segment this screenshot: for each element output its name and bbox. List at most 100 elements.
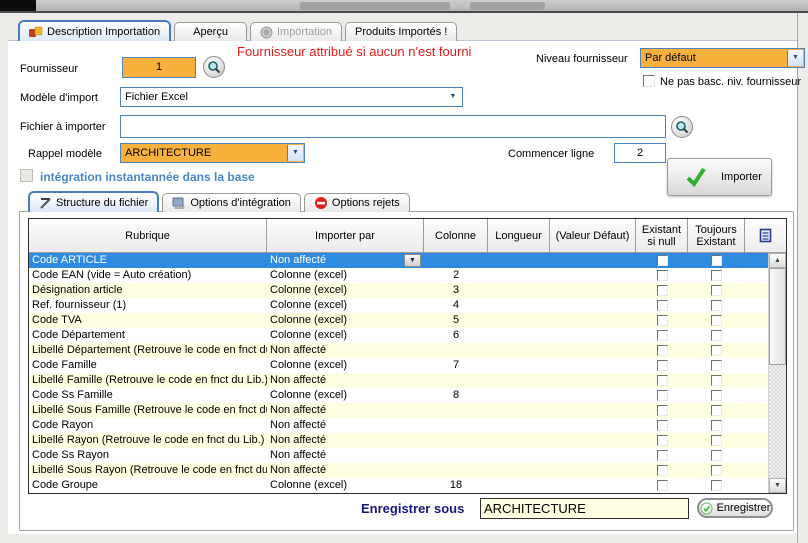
existant-si-null-checkbox[interactable] [657, 435, 668, 446]
existant-si-null-checkbox[interactable] [657, 300, 668, 311]
scroll-down-button[interactable]: ▼ [769, 478, 786, 493]
table-row[interactable]: Code GroupeColonne (excel)18 [29, 478, 769, 493]
importer-par-cell[interactable]: Non affecté [267, 343, 424, 358]
existant-si-null-checkbox[interactable] [657, 345, 668, 356]
existant-si-null-checkbox[interactable] [657, 480, 668, 491]
importer-par-dropdown[interactable]: ▼ [404, 254, 421, 267]
importer-par-cell[interactable]: Non affecté [267, 403, 424, 418]
importer-par-cell[interactable]: Non affecté [267, 373, 424, 388]
toujours-existant-checkbox[interactable] [711, 300, 722, 311]
importer-par-cell[interactable]: Colonne (excel) [267, 478, 424, 493]
integration-checkbox[interactable] [20, 169, 33, 182]
table-row[interactable]: Code Ss FamilleColonne (excel)8 [29, 388, 769, 403]
scrollbar-track[interactable] [769, 365, 786, 478]
importer-par-cell[interactable]: Non affecté▼ [267, 253, 424, 268]
table-row[interactable]: Code RayonNon affecté [29, 418, 769, 433]
table-row[interactable]: Code DépartementColonne (excel)6 [29, 328, 769, 343]
importer-par-cell[interactable]: Colonne (excel) [267, 283, 424, 298]
column-header[interactable]: Colonne [424, 219, 488, 253]
existant-si-null-checkbox[interactable] [657, 390, 668, 401]
existant-si-null-checkbox[interactable] [657, 255, 668, 266]
table-row[interactable]: Libellé Sous Famille (Retrouve le code e… [29, 403, 769, 418]
chevron-down-icon[interactable]: ▼ [787, 50, 803, 66]
existant-si-null-checkbox[interactable] [657, 285, 668, 296]
importer-par-cell[interactable]: Non affecté [267, 418, 424, 433]
existant-si-null-checkbox[interactable] [657, 270, 668, 281]
column-header[interactable]: Importer par [267, 219, 424, 253]
table-menu-icon[interactable] [758, 228, 773, 243]
table-row[interactable]: Ref. fournisseur (1)Colonne (excel)4 [29, 298, 769, 313]
modele-import-select[interactable]: Fichier Excel ▼ [120, 87, 463, 107]
fournisseur-input[interactable]: 1 [122, 57, 196, 78]
toujours-existant-checkbox[interactable] [711, 360, 722, 371]
toujours-existant-checkbox[interactable] [711, 330, 722, 341]
column-header[interactable]: Toujours Existant [688, 219, 745, 253]
existant-si-null-checkbox[interactable] [657, 315, 668, 326]
vertical-scrollbar[interactable]: ▲ ▼ [768, 253, 786, 493]
ne-pas-basc-checkbox[interactable] [643, 75, 655, 87]
tab-apercu[interactable]: Aperçu [174, 22, 247, 41]
chevron-down-icon[interactable]: ▼ [287, 145, 303, 161]
chevron-down-icon[interactable]: ▼ [445, 89, 461, 105]
toujours-existant-checkbox[interactable] [711, 405, 722, 416]
column-header[interactable]: Existant si null [636, 219, 688, 253]
table-row[interactable]: Code FamilleColonne (excel)7 [29, 358, 769, 373]
table-row[interactable]: Libellé Sous Rayon (Retrouve le code en … [29, 463, 769, 478]
existant-si-null-checkbox[interactable] [657, 360, 668, 371]
tab-description-importation[interactable]: Description Importation [18, 20, 171, 41]
importer-par-cell[interactable]: Non affecté [267, 433, 424, 448]
existant-si-null-checkbox[interactable] [657, 450, 668, 461]
importer-par-cell[interactable]: Colonne (excel) [267, 298, 424, 313]
existant-si-null-checkbox[interactable] [657, 375, 668, 386]
save-as-input[interactable]: ARCHITECTURE [480, 498, 689, 519]
column-header[interactable]: Longueur [488, 219, 550, 253]
niveau-fournisseur-select[interactable]: Par défaut ▼ [640, 48, 805, 68]
fournisseur-search-button[interactable] [203, 56, 225, 78]
existant-si-null-checkbox[interactable] [657, 330, 668, 341]
toujours-existant-checkbox[interactable] [711, 390, 722, 401]
importer-par-cell[interactable]: Colonne (excel) [267, 328, 424, 343]
toujours-existant-checkbox[interactable] [711, 270, 722, 281]
toujours-existant-checkbox[interactable] [711, 375, 722, 386]
toujours-existant-checkbox[interactable] [711, 285, 722, 296]
toujours-existant-checkbox[interactable] [711, 315, 722, 326]
table-row[interactable]: Libellé Rayon (Retrouve le code en fnct … [29, 433, 769, 448]
importer-button[interactable]: Importer [667, 158, 772, 196]
toujours-existant-checkbox[interactable] [711, 480, 722, 491]
existant-si-null-checkbox[interactable] [657, 420, 668, 431]
rappel-modele-select[interactable]: ARCHITECTURE ▼ [120, 143, 305, 163]
column-header[interactable]: (Valeur Défaut) [550, 219, 636, 253]
tab-produits-importes[interactable]: Produits Importés ! [345, 22, 457, 41]
table-row[interactable]: Code ARTICLENon affecté▼ [29, 253, 769, 268]
table-row[interactable]: Code EAN (vide = Auto création)Colonne (… [29, 268, 769, 283]
table-row[interactable]: Code TVAColonne (excel)5 [29, 313, 769, 328]
fichier-importer-input[interactable] [120, 115, 666, 138]
existant-si-null-checkbox[interactable] [657, 465, 668, 476]
toujours-existant-checkbox[interactable] [711, 435, 722, 446]
table-row[interactable]: Code Ss RayonNon affecté [29, 448, 769, 463]
scroll-up-button[interactable]: ▲ [769, 253, 786, 268]
toujours-existant-checkbox[interactable] [711, 450, 722, 461]
table-row[interactable]: Désignation articleColonne (excel)3 [29, 283, 769, 298]
table-row[interactable]: Libellé Département (Retrouve le code en… [29, 343, 769, 358]
importer-par-cell[interactable]: Colonne (excel) [267, 388, 424, 403]
fichier-search-button[interactable] [671, 116, 693, 138]
save-button[interactable]: Enregistrer [697, 498, 773, 518]
importer-par-cell[interactable]: Non affecté [267, 448, 424, 463]
toujours-existant-checkbox[interactable] [711, 255, 722, 266]
tab-options-integration[interactable]: Options d'intégration [162, 193, 301, 212]
toujours-existant-checkbox[interactable] [711, 345, 722, 356]
toujours-existant-checkbox[interactable] [711, 420, 722, 431]
existant-si-null-checkbox[interactable] [657, 405, 668, 416]
importer-par-cell[interactable]: Non affecté [267, 463, 424, 478]
tab-structure-du-fichier[interactable]: Structure du fichier [28, 191, 159, 212]
commencer-ligne-input[interactable]: 2 [614, 143, 666, 163]
toujours-existant-checkbox[interactable] [711, 465, 722, 476]
tab-options-rejets[interactable]: Options rejets [304, 193, 410, 212]
scrollbar-thumb[interactable] [769, 268, 786, 365]
importer-par-cell[interactable]: Colonne (excel) [267, 313, 424, 328]
importer-par-cell[interactable]: Colonne (excel) [267, 358, 424, 373]
table-row[interactable]: Libellé Famille (Retrouve le code en fnc… [29, 373, 769, 388]
column-header[interactable]: Rubrique [29, 219, 267, 253]
importer-par-cell[interactable]: Colonne (excel) [267, 268, 424, 283]
